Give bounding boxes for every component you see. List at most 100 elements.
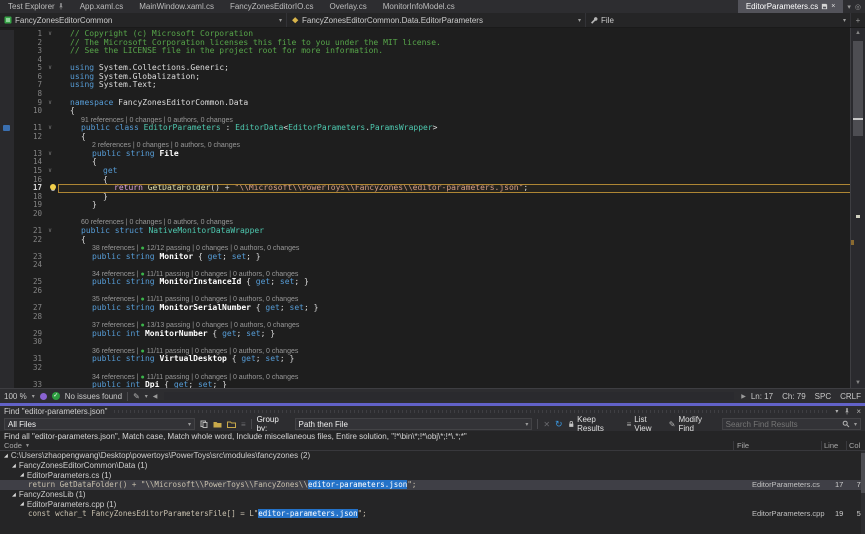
chevron-down-icon[interactable]: ▾: [854, 421, 857, 428]
tab-test-explorer[interactable]: Test Explorer: [0, 0, 72, 13]
search-icon[interactable]: [842, 420, 850, 428]
close-icon[interactable]: ×: [856, 407, 861, 416]
indicator-margin[interactable]: [0, 321, 14, 330]
refresh-icon[interactable]: ↻: [555, 419, 563, 430]
code-line[interactable]: 33public int Dpi { get; set; }: [0, 381, 851, 388]
gutter[interactable]: [0, 373, 58, 382]
group-by-dropdown[interactable]: Path then File ▾: [295, 418, 533, 430]
tab-fancyzoneseditorio[interactable]: FancyZonesEditorIO.cs: [222, 0, 322, 13]
code-line[interactable]: 32: [0, 364, 851, 373]
gutter[interactable]: 31: [0, 355, 58, 364]
indicator-margin[interactable]: [0, 81, 14, 90]
gutter[interactable]: 6: [0, 73, 58, 82]
code-line[interactable]: 19}: [0, 201, 851, 210]
gutter[interactable]: 11∨: [0, 124, 58, 133]
code-line[interactable]: 11∨public class EditorParameters : Edito…: [0, 124, 851, 133]
indicator-margin[interactable]: [0, 347, 14, 356]
find-tree-row[interactable]: ◢C:\Users\zhaopengwang\Desktop\powertoys…: [0, 451, 865, 461]
code-line[interactable]: 8: [0, 90, 851, 99]
indicator-margin[interactable]: [0, 73, 14, 82]
gutter[interactable]: 25: [0, 278, 58, 287]
gutter[interactable]: 29: [0, 330, 58, 339]
window-position-icon[interactable]: ▾: [835, 408, 838, 415]
indicator-margin[interactable]: [0, 244, 14, 253]
code-line[interactable]: 24: [0, 261, 851, 270]
code-line[interactable]: 18}: [0, 193, 851, 202]
find-tree-row[interactable]: ◢FancyZonesEditorCommon\Data (1): [0, 461, 865, 471]
gutter[interactable]: 14: [0, 158, 58, 167]
results-scrollbar[interactable]: [861, 451, 865, 534]
code-line[interactable]: 9∨namespace FancyZonesEditorCommon.Data: [0, 99, 851, 108]
health-status-text[interactable]: No issues found: [65, 392, 122, 401]
indicator-margin[interactable]: [0, 47, 14, 56]
type-dropdown[interactable]: FancyZonesEditorCommon.Data.EditorParame…: [287, 13, 586, 27]
gutter[interactable]: 28: [0, 313, 58, 322]
code-line[interactable]: 26: [0, 287, 851, 296]
indicator-margin[interactable]: [0, 253, 14, 262]
pencil-icon[interactable]: ✎: [133, 392, 140, 401]
code-line[interactable]: 31public string VirtualDesktop { get; se…: [0, 355, 851, 364]
copy-icon[interactable]: [200, 420, 208, 428]
code-line[interactable]: 28: [0, 313, 851, 322]
scroll-up-icon[interactable]: ▲: [851, 28, 865, 38]
gutter[interactable]: [0, 141, 58, 150]
scope-dropdown[interactable]: All Files ▾: [4, 418, 195, 430]
expand-arrow-icon[interactable]: ◢: [20, 472, 24, 478]
gutter[interactable]: 20: [0, 210, 58, 219]
fold-arrow-icon[interactable]: ∨: [42, 227, 58, 236]
indicator-margin[interactable]: [0, 236, 14, 245]
indicator-margin[interactable]: [0, 158, 14, 167]
find-tree-row[interactable]: ◢EditorParameters.cs (1): [0, 470, 865, 480]
scrollbar-thumb[interactable]: [861, 453, 865, 493]
code-line[interactable]: 22{: [0, 236, 851, 245]
find-result-row[interactable]: return GetDataFolder() + "\\Microsoft\\P…: [0, 480, 865, 490]
zoom-level[interactable]: 100 %: [4, 392, 27, 401]
editor-vertical-scrollbar[interactable]: ▲ ▼: [850, 28, 865, 388]
code-line[interactable]: 30: [0, 338, 851, 347]
close-icon[interactable]: ×: [831, 3, 835, 10]
indicator-margin[interactable]: [0, 116, 14, 125]
gutter[interactable]: 13∨: [0, 150, 58, 159]
tab-options-icon[interactable]: ◎: [855, 3, 861, 11]
tab-monitorinfomodel[interactable]: MonitorInfoModel.cs: [375, 0, 463, 13]
search-input[interactable]: [726, 420, 838, 429]
code-line[interactable]: 27public string MonitorSerialNumber { ge…: [0, 304, 851, 313]
gutter[interactable]: 10: [0, 107, 58, 116]
member-dropdown[interactable]: File ▾: [586, 13, 851, 27]
gutter[interactable]: 1∨: [0, 30, 58, 39]
indicator-margin[interactable]: [0, 278, 14, 287]
fold-arrow-icon[interactable]: ∨: [42, 150, 58, 159]
indicator-margin[interactable]: [0, 56, 14, 65]
code-line[interactable]: 15∨get: [0, 167, 851, 176]
indicator-margin[interactable]: [0, 381, 14, 388]
indicator-margin[interactable]: [0, 227, 14, 236]
code-line[interactable]: 4: [0, 56, 851, 65]
expand-arrow-icon[interactable]: ◢: [20, 501, 24, 507]
codelens-row[interactable]: 60 references | 0 changes | 0 authors, 0…: [0, 218, 851, 227]
column-header-line[interactable]: Line: [821, 441, 846, 450]
gutter[interactable]: 32: [0, 364, 58, 373]
codelens-row[interactable]: 34 references | ● 11/11 passing | 0 chan…: [0, 373, 851, 382]
code-line[interactable]: 21∨public struct NativeMonitorDataWrappe…: [0, 227, 851, 236]
scroll-right-icon[interactable]: ▶: [741, 393, 746, 400]
split-window-button[interactable]: +: [851, 13, 865, 27]
collapse-all-icon[interactable]: [213, 420, 222, 428]
scrollbar-thumb[interactable]: [853, 41, 863, 136]
code-editor[interactable]: 1∨// Copyright (c) Microsoft Corporation…: [0, 28, 865, 388]
project-dropdown[interactable]: FancyZonesEditorCommon ▾: [0, 13, 287, 27]
fold-arrow-icon[interactable]: ∨: [42, 99, 58, 108]
indicator-margin[interactable]: [0, 39, 14, 48]
code-line[interactable]: 14{: [0, 158, 851, 167]
fold-arrow-icon[interactable]: ∨: [42, 64, 58, 73]
indicator-margin[interactable]: [0, 218, 14, 227]
scroll-down-icon[interactable]: ▼: [851, 378, 865, 388]
indicator-margin[interactable]: [0, 133, 14, 142]
code-line[interactable]: 1∨// Copyright (c) Microsoft Corporation: [0, 30, 851, 39]
gutter[interactable]: [0, 295, 58, 304]
gutter[interactable]: 8: [0, 90, 58, 99]
gutter[interactable]: 23: [0, 253, 58, 262]
column-indicator[interactable]: Ch: 79: [782, 392, 806, 401]
codelens-row[interactable]: 37 references | ● 13/13 passing | 0 chan…: [0, 321, 851, 330]
gutter[interactable]: [0, 218, 58, 227]
code-line[interactable]: 23public string Monitor { get; set; }: [0, 253, 851, 262]
